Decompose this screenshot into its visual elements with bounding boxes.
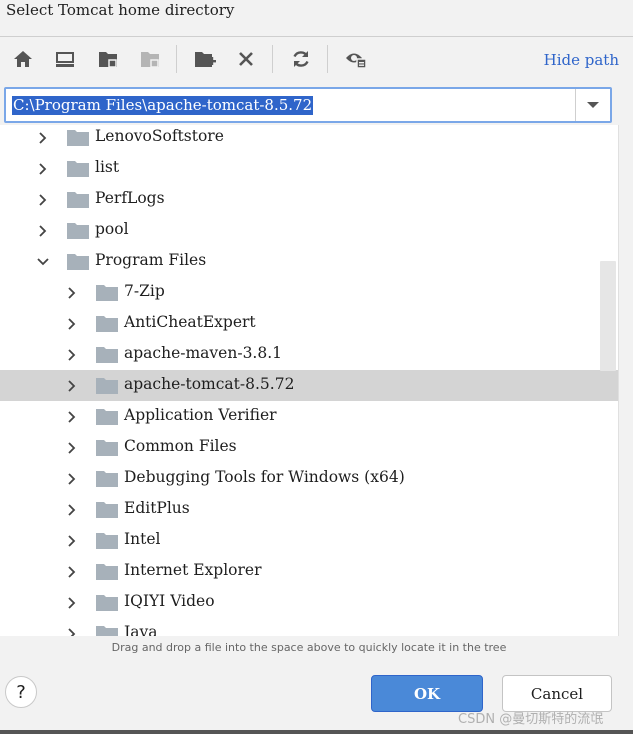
watermark: CSDN @曼切斯特的流氓 xyxy=(458,712,604,727)
folder-icon xyxy=(67,192,89,208)
tree-row[interactable]: 7-Zip xyxy=(0,277,618,308)
tree-row-label: IQIYI Video xyxy=(124,592,215,610)
folder-icon xyxy=(96,502,118,518)
tree-row-label: LenovoSoftstore xyxy=(95,127,224,145)
chevron-right-icon[interactable] xyxy=(65,534,79,548)
hide-path-link[interactable]: Hide path xyxy=(544,51,619,69)
toolbar: Hide path xyxy=(0,37,633,83)
tree-row-label: 7-Zip xyxy=(124,282,165,300)
project-folder-icon[interactable] xyxy=(94,45,122,73)
chevron-right-icon[interactable] xyxy=(36,131,50,145)
tree-row-label: pool xyxy=(95,220,129,238)
window-bottom-border xyxy=(0,730,633,734)
path-dropdown-button[interactable] xyxy=(575,89,610,121)
folder-icon xyxy=(96,533,118,549)
folder-icon xyxy=(96,440,118,456)
tree-row-label: Intel xyxy=(124,530,161,548)
new-folder-icon[interactable] xyxy=(191,45,219,73)
tree-row-label: Debugging Tools for Windows (x64) xyxy=(124,468,405,486)
tree-row[interactable]: IQIYI Video xyxy=(0,587,618,618)
chevron-right-icon[interactable] xyxy=(65,348,79,362)
tree-row[interactable]: pool xyxy=(0,215,618,246)
tree-row[interactable]: Internet Explorer xyxy=(0,556,618,587)
toolbar-separator xyxy=(327,45,328,73)
folder-icon xyxy=(96,347,118,363)
folder-icon xyxy=(67,161,89,177)
chevron-right-icon[interactable] xyxy=(65,286,79,300)
chevron-right-icon[interactable] xyxy=(65,317,79,331)
folder-icon xyxy=(96,626,118,636)
path-combobox[interactable]: C:\Program Files\apache-tomcat-8.5.72 xyxy=(4,87,612,123)
drag-drop-hint: Drag and drop a file into the space abov… xyxy=(111,641,507,654)
tree-row-label: Program Files xyxy=(95,251,207,269)
refresh-icon[interactable] xyxy=(287,45,315,73)
tree-row[interactable]: Intel xyxy=(0,525,618,556)
ok-button[interactable]: OK xyxy=(371,675,483,712)
tree-row-label: Internet Explorer xyxy=(124,561,262,579)
tree-row[interactable]: Java xyxy=(0,618,618,636)
tree-row-label: apache-tomcat-8.5.72 xyxy=(124,375,295,393)
directory-tree[interactable]: LenovoSoftstore list PerfLogs pool Program F… xyxy=(0,125,619,636)
toolbar-separator xyxy=(272,45,273,73)
tree-row-label: Application Verifier xyxy=(124,406,277,424)
tree-row[interactable]: Common Files xyxy=(0,432,618,463)
folder-icon xyxy=(96,564,118,580)
path-input[interactable]: C:\Program Files\apache-tomcat-8.5.72 xyxy=(12,96,314,115)
cancel-button[interactable]: Cancel xyxy=(502,675,612,712)
tree-row[interactable]: Program Files xyxy=(0,246,618,277)
chevron-right-icon[interactable] xyxy=(36,162,50,176)
dialog-title: Select Tomcat home directory xyxy=(6,1,235,19)
tree-row-label: apache-maven-3.8.1 xyxy=(124,344,283,362)
chevron-right-icon[interactable] xyxy=(65,379,79,393)
tree-row[interactable]: LenovoSoftstore xyxy=(0,125,618,153)
module-folder-icon xyxy=(136,45,164,73)
help-button[interactable]: ? xyxy=(5,676,37,708)
toolbar-separator xyxy=(176,45,177,73)
tree-row[interactable]: apache-maven-3.8.1 xyxy=(0,339,618,370)
chevron-right-icon[interactable] xyxy=(65,627,79,636)
tree-row-label: AntiCheatExpert xyxy=(124,313,256,331)
chevron-right-icon[interactable] xyxy=(36,224,50,238)
tree-row[interactable]: EditPlus xyxy=(0,494,618,525)
folder-icon xyxy=(96,378,118,394)
desktop-icon[interactable] xyxy=(51,45,79,73)
dialog-titlebar: Select Tomcat home directory xyxy=(0,0,633,37)
folder-icon xyxy=(96,316,118,332)
tree-row[interactable]: apache-tomcat-8.5.72 xyxy=(0,370,618,401)
tree-row[interactable]: list xyxy=(0,153,618,184)
chevron-right-icon[interactable] xyxy=(65,441,79,455)
delete-icon[interactable] xyxy=(232,45,260,73)
tree-row-label: PerfLogs xyxy=(95,189,165,207)
chevron-right-icon[interactable] xyxy=(65,472,79,486)
folder-icon xyxy=(96,595,118,611)
folder-icon xyxy=(67,254,89,270)
help-icon: ? xyxy=(16,681,26,703)
chevron-right-icon[interactable] xyxy=(36,193,50,207)
chevron-right-icon[interactable] xyxy=(65,596,79,610)
tree-row[interactable]: AntiCheatExpert xyxy=(0,308,618,339)
folder-icon xyxy=(96,409,118,425)
tree-row[interactable]: PerfLogs xyxy=(0,184,618,215)
chevron-down-icon[interactable] xyxy=(36,255,50,269)
home-icon[interactable] xyxy=(9,45,37,73)
chevron-right-icon[interactable] xyxy=(65,410,79,424)
tree-row-label: Common Files xyxy=(124,437,237,455)
tree-row-label: Java xyxy=(124,623,158,636)
tree-row-label: EditPlus xyxy=(124,499,190,517)
folder-icon xyxy=(67,130,89,146)
show-hidden-icon[interactable] xyxy=(342,45,370,73)
chevron-right-icon[interactable] xyxy=(65,503,79,517)
tree-scrollbar[interactable] xyxy=(600,261,616,371)
chevron-right-icon[interactable] xyxy=(65,565,79,579)
chevron-down-icon xyxy=(587,102,599,108)
folder-icon xyxy=(67,223,89,239)
tree-row[interactable]: Debugging Tools for Windows (x64) xyxy=(0,463,618,494)
tree-row[interactable]: Application Verifier xyxy=(0,401,618,432)
folder-icon xyxy=(96,285,118,301)
tree-row-label: list xyxy=(95,158,120,176)
folder-icon xyxy=(96,471,118,487)
